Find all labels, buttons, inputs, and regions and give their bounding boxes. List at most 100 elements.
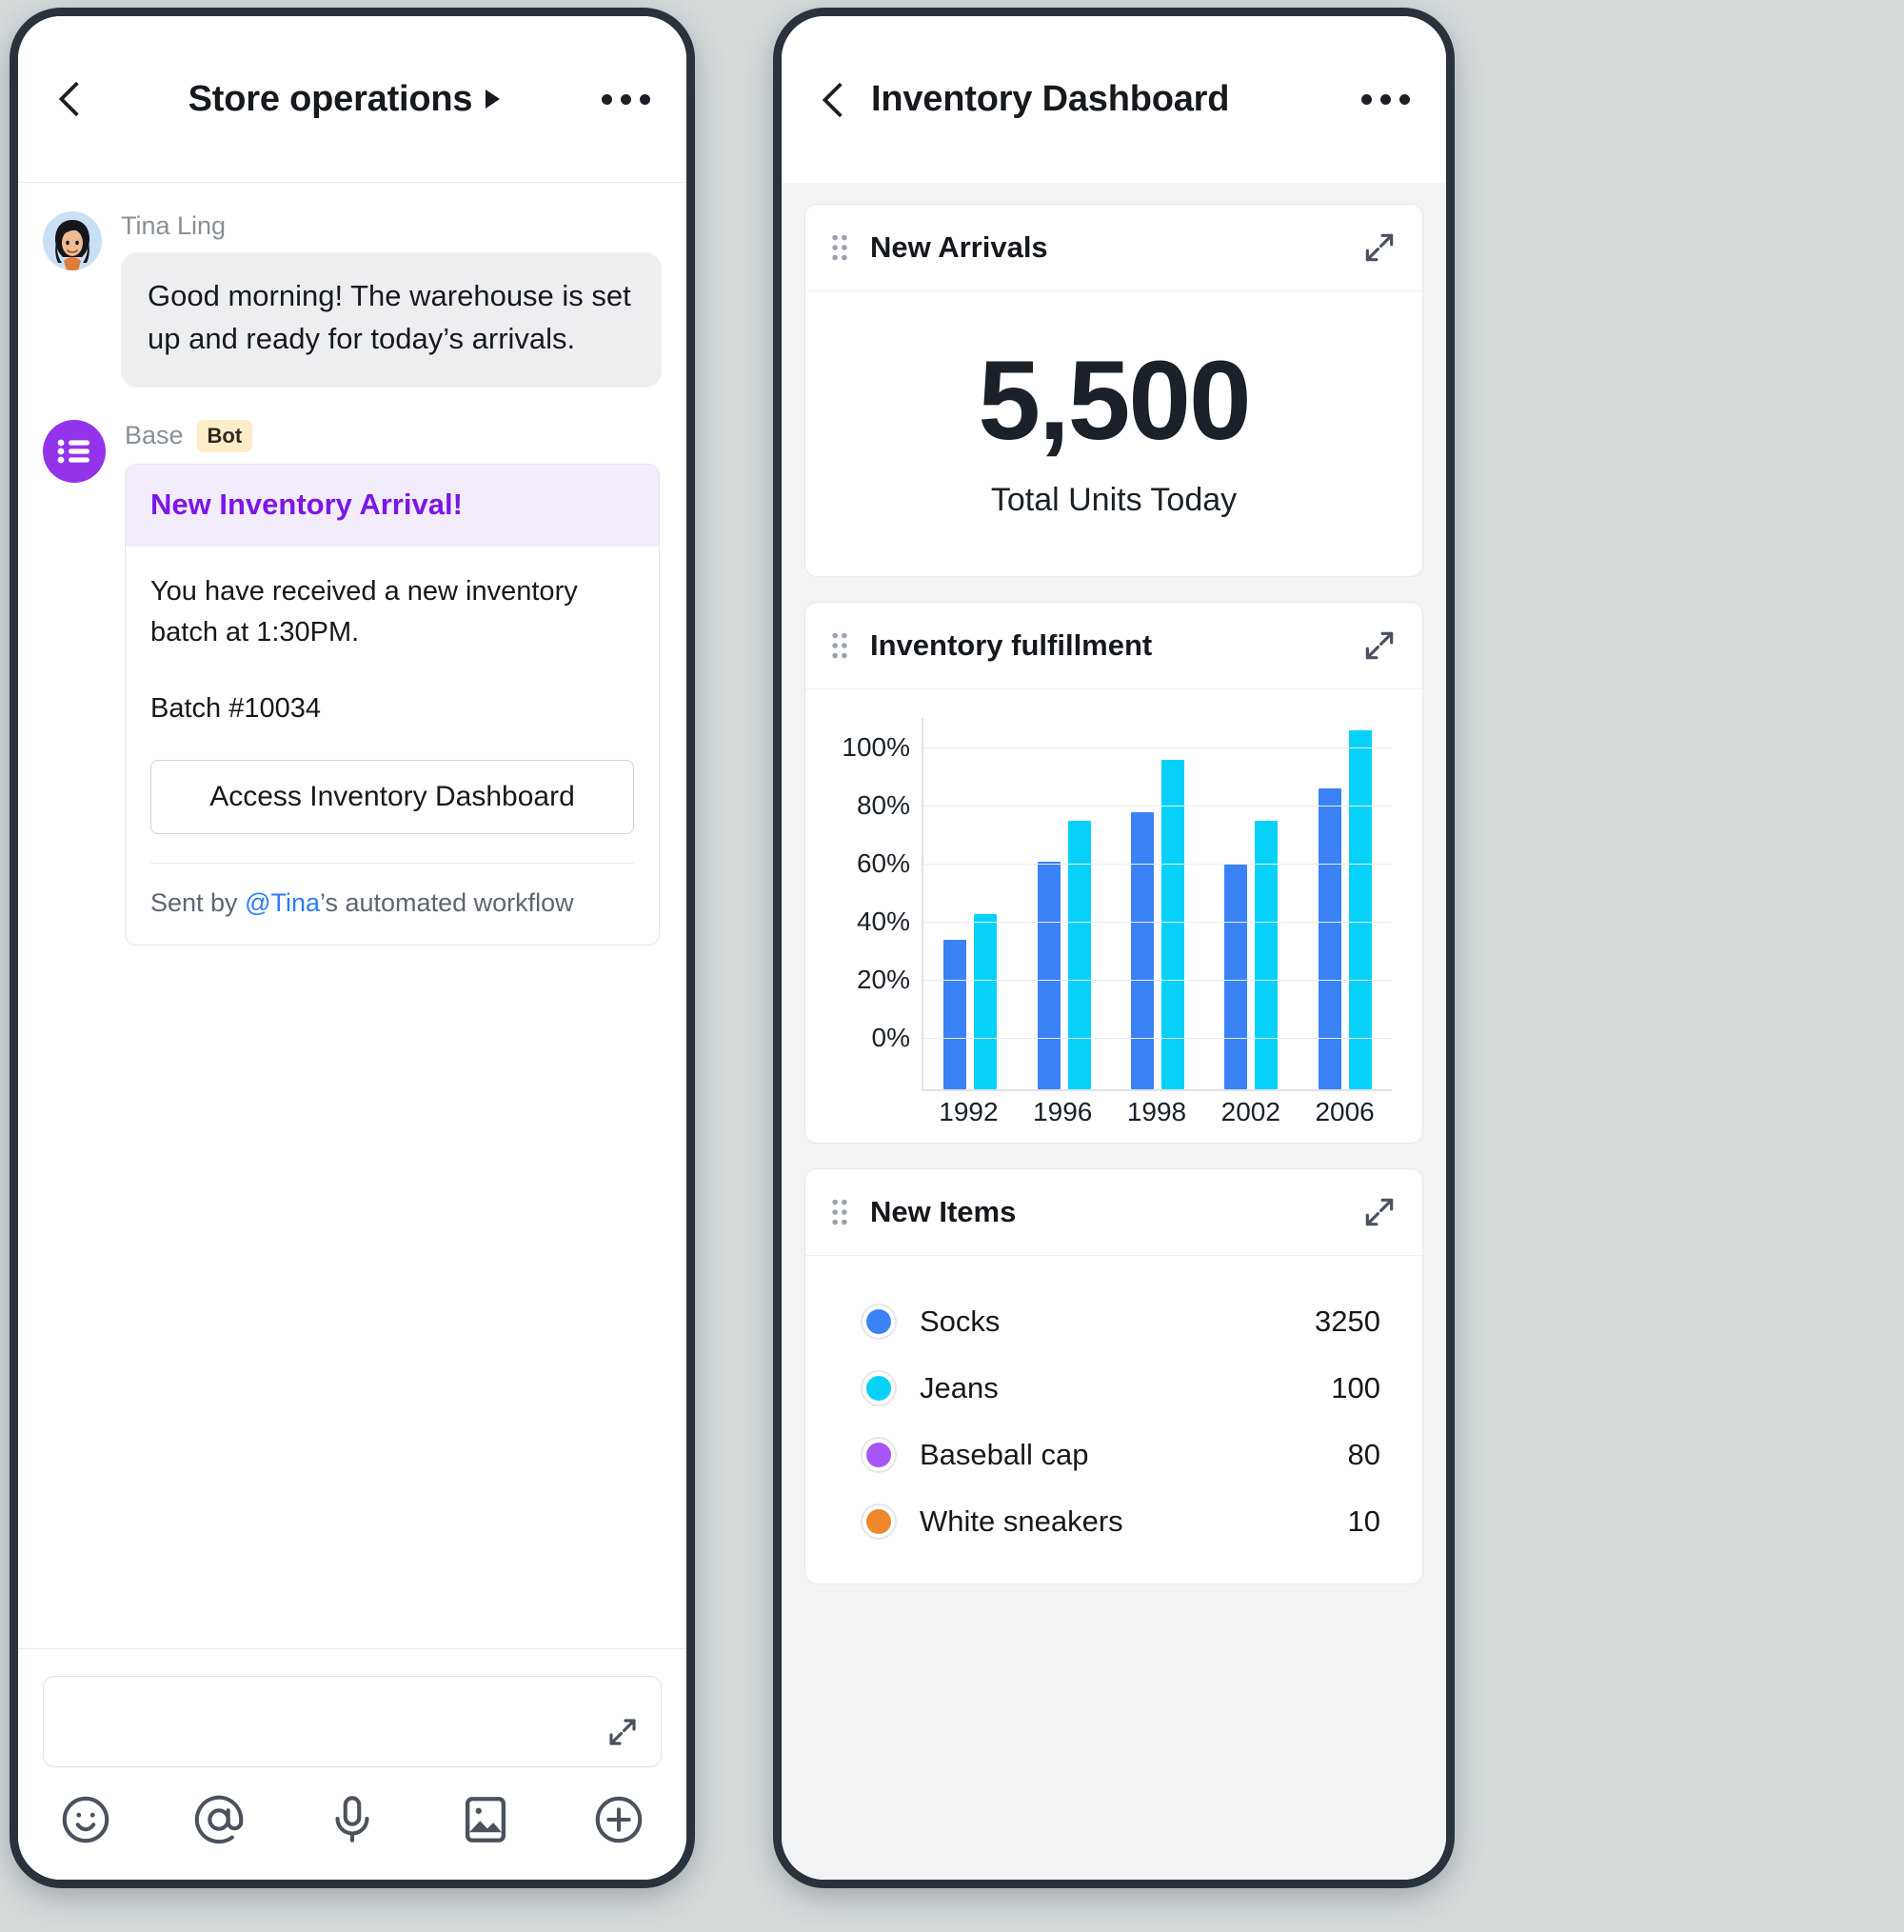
image-icon[interactable] bbox=[458, 1792, 513, 1847]
ellipsis-icon[interactable] bbox=[1361, 94, 1410, 105]
drag-handle-icon[interactable] bbox=[830, 1198, 849, 1226]
page-title: Store operations bbox=[87, 79, 602, 120]
access-inventory-dashboard-button[interactable]: Access Inventory Dashboard bbox=[150, 760, 634, 835]
list-item[interactable]: White sneakers 10 bbox=[805, 1488, 1422, 1555]
list-item[interactable]: Jeans 100 bbox=[805, 1355, 1422, 1422]
bar[interactable] bbox=[974, 913, 998, 1089]
bot-card: New Inventory Arrival! You have received… bbox=[125, 463, 660, 946]
dashboard-phone-frame: Inventory Dashboard New Arrivals 5,500 T… bbox=[773, 8, 1455, 1888]
mention-icon[interactable] bbox=[191, 1792, 247, 1847]
bar[interactable] bbox=[1318, 788, 1341, 1089]
y-axis-tick: 60% bbox=[856, 847, 910, 878]
gridline bbox=[923, 863, 1392, 865]
back-icon[interactable] bbox=[54, 83, 87, 115]
widget-header: New Items bbox=[805, 1169, 1422, 1256]
bar[interactable] bbox=[1037, 861, 1061, 1089]
x-axis-labels: 1992 1996 1998 2002 2006 bbox=[922, 1097, 1392, 1127]
gridline bbox=[923, 747, 1392, 748]
footer-suffix: ’s automated workflow bbox=[320, 888, 574, 918]
list-item[interactable]: Baseball cap 80 bbox=[805, 1422, 1422, 1488]
bot-avatar[interactable] bbox=[43, 419, 106, 483]
list-item-value: 3250 bbox=[1315, 1305, 1380, 1338]
dashboard-header: Inventory Dashboard bbox=[782, 16, 1446, 183]
back-icon[interactable] bbox=[818, 84, 850, 116]
dashboard-screen: Inventory Dashboard New Arrivals 5,500 T… bbox=[782, 16, 1446, 1880]
bar[interactable] bbox=[1255, 820, 1279, 1089]
plus-icon[interactable] bbox=[591, 1792, 646, 1847]
y-axis-tick: 0% bbox=[871, 1023, 910, 1052]
expand-icon[interactable] bbox=[605, 1715, 640, 1749]
bot-card-title: New Inventory Arrival! bbox=[126, 464, 659, 547]
gridline bbox=[923, 921, 1392, 923]
bar[interactable] bbox=[1348, 730, 1372, 1089]
gridline bbox=[923, 979, 1392, 981]
bar-group bbox=[1130, 718, 1184, 1089]
expand-icon[interactable] bbox=[1361, 229, 1398, 266]
list-item-value: 10 bbox=[1347, 1504, 1380, 1538]
footer-prefix: Sent by bbox=[150, 888, 246, 918]
bar[interactable] bbox=[1067, 820, 1091, 1089]
list-item-value: 80 bbox=[1347, 1438, 1380, 1471]
chat-screen: Store operations Tina Ling Good morning!… bbox=[18, 16, 686, 1880]
list-item-value: 100 bbox=[1331, 1371, 1380, 1404]
ellipsis-icon[interactable] bbox=[602, 93, 650, 105]
kpi-label: Total Units Today bbox=[990, 482, 1238, 518]
triangle-right-icon[interactable] bbox=[486, 90, 501, 109]
screenshot-stage: Store operations Tina Ling Good morning!… bbox=[0, 0, 1904, 1932]
color-swatch-icon bbox=[861, 1304, 897, 1340]
y-axis-tick: 20% bbox=[856, 964, 910, 994]
list-item-label: Baseball cap bbox=[920, 1438, 1089, 1471]
bar[interactable] bbox=[1224, 864, 1248, 1089]
color-dot bbox=[866, 1443, 891, 1467]
emoji-icon[interactable] bbox=[58, 1792, 113, 1847]
drag-handle-icon[interactable] bbox=[830, 233, 849, 262]
widget-new-items: New Items Socks 3250 Jeans 100 Baseball cap 8… bbox=[804, 1168, 1423, 1584]
list-item-label: Jeans bbox=[920, 1371, 999, 1404]
color-swatch-icon bbox=[861, 1504, 897, 1540]
bar-group bbox=[1037, 718, 1091, 1089]
bar-group bbox=[1318, 718, 1372, 1089]
kpi-value: 5,500 bbox=[978, 338, 1251, 464]
drag-handle-icon[interactable] bbox=[830, 631, 849, 660]
message-input-wrapper[interactable] bbox=[43, 1676, 662, 1767]
chat-phone-frame: Store operations Tina Ling Good morning!… bbox=[10, 8, 695, 1888]
color-dot bbox=[866, 1509, 891, 1534]
x-axis-tick: 1992 bbox=[939, 1097, 999, 1126]
bar[interactable] bbox=[1130, 811, 1154, 1089]
items-list: Socks 3250 Jeans 100 Baseball cap 80 White sne… bbox=[805, 1256, 1422, 1583]
microphone-icon[interactable] bbox=[325, 1792, 380, 1847]
chat-title-text: Store operations bbox=[188, 78, 473, 119]
widget-list: New Arrivals 5,500 Total Units Today Inv… bbox=[782, 183, 1446, 1880]
color-swatch-icon bbox=[861, 1437, 897, 1473]
bot-card-footer: Sent by @Tina’s automated workflow bbox=[150, 864, 634, 918]
widget-inventory-fulfillment: Inventory fulfillment 0% 20% 40% 60% 80% 100% bbox=[804, 602, 1423, 1144]
mention-link[interactable]: @Tina bbox=[245, 888, 320, 917]
bar[interactable] bbox=[1160, 759, 1184, 1089]
expand-icon[interactable] bbox=[1361, 1194, 1398, 1230]
message-list: Tina Ling Good morning! The warehouse is… bbox=[18, 183, 686, 1564]
bot-card-line1: You have received a new inventory batch … bbox=[150, 575, 578, 648]
y-axis-labels: 0% 20% 40% 60% 80% 100% bbox=[826, 718, 918, 1053]
list-icon bbox=[57, 439, 89, 464]
widget-title: Inventory fulfillment bbox=[870, 628, 1153, 662]
expand-icon[interactable] bbox=[1361, 627, 1398, 664]
x-axis-tick: 2006 bbox=[1315, 1097, 1375, 1126]
bar-chart: 0% 20% 40% 60% 80% 100% 1992 1996 1998 2002 2006 bbox=[826, 718, 1398, 1126]
chart-body: 0% 20% 40% 60% 80% 100% 1992 1996 1998 2002 2006 bbox=[805, 689, 1422, 1143]
message-bubble: Good morning! The warehouse is set up an… bbox=[121, 252, 662, 388]
x-axis-tick: 2002 bbox=[1220, 1097, 1280, 1126]
bot-sender: Base Bot bbox=[125, 419, 662, 452]
list-item[interactable]: Socks 3250 bbox=[805, 1288, 1422, 1355]
bar[interactable] bbox=[943, 940, 967, 1089]
status-badge: Bot bbox=[196, 419, 253, 452]
message-content: Tina Ling Good morning! The warehouse is… bbox=[121, 211, 662, 388]
plot-area bbox=[922, 718, 1392, 1091]
avatar[interactable] bbox=[43, 211, 102, 270]
message-item-user: Tina Ling Good morning! The warehouse is… bbox=[43, 211, 662, 388]
bot-message-content: Base Bot New Inventory Arrival! You have… bbox=[125, 419, 662, 946]
gridline bbox=[923, 805, 1392, 807]
sender-name: Tina Ling bbox=[121, 211, 227, 240]
x-axis-tick: 1996 bbox=[1033, 1097, 1093, 1126]
message-sender: Tina Ling bbox=[121, 211, 662, 241]
color-dot bbox=[866, 1309, 891, 1334]
